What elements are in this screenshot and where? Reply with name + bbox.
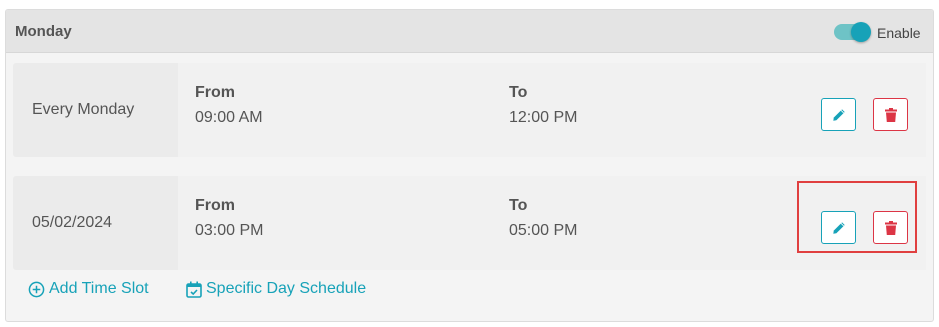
- time-slot-row: 05/02/2024 From 03:00 PM To 05:00 PM: [13, 176, 926, 270]
- enable-label: Enable: [877, 25, 921, 41]
- time-slot-row: Every Monday From 09:00 AM To 12:00 PM: [13, 63, 926, 157]
- slot-time-range: From 03:00 PM To 05:00 PM: [178, 176, 926, 270]
- slot-day: Every Monday: [32, 101, 135, 118]
- trash-icon: [884, 107, 897, 122]
- to-time: 05:00 PM: [509, 222, 578, 239]
- toggle-knob: [851, 22, 871, 42]
- to-label: To: [509, 84, 528, 101]
- add-time-slot-label: Add Time Slot: [49, 280, 149, 297]
- to-label: To: [509, 197, 528, 214]
- edit-button[interactable]: [821, 211, 856, 244]
- from-time: 03:00 PM: [195, 222, 264, 239]
- specific-day-schedule-label: Specific Day Schedule: [206, 280, 367, 297]
- from-label: From: [195, 84, 235, 101]
- calendar-check-icon: [186, 281, 202, 298]
- add-time-slot-link[interactable]: Add Time Slot: [28, 280, 149, 298]
- trash-icon: [884, 220, 897, 235]
- slot-day: 05/02/2024: [32, 214, 113, 231]
- enable-toggle[interactable]: [834, 22, 871, 42]
- edit-button[interactable]: [821, 98, 856, 131]
- pencil-icon: [832, 108, 845, 121]
- delete-button[interactable]: [873, 98, 908, 131]
- from-label: From: [195, 197, 235, 214]
- panel-title: Monday: [15, 23, 72, 40]
- plus-circle-icon: [28, 281, 45, 297]
- specific-day-schedule-link[interactable]: Specific Day Schedule: [186, 280, 366, 298]
- from-time: 09:00 AM: [195, 109, 263, 126]
- slot-time-range: From 09:00 AM To 12:00 PM: [178, 63, 926, 157]
- panel-header: Monday Enable: [6, 10, 933, 53]
- pencil-icon: [832, 221, 845, 234]
- delete-button[interactable]: [873, 211, 908, 244]
- to-time: 12:00 PM: [509, 109, 578, 126]
- day-schedule-panel: Monday Enable Every Monday From 09:00 AM…: [5, 9, 934, 322]
